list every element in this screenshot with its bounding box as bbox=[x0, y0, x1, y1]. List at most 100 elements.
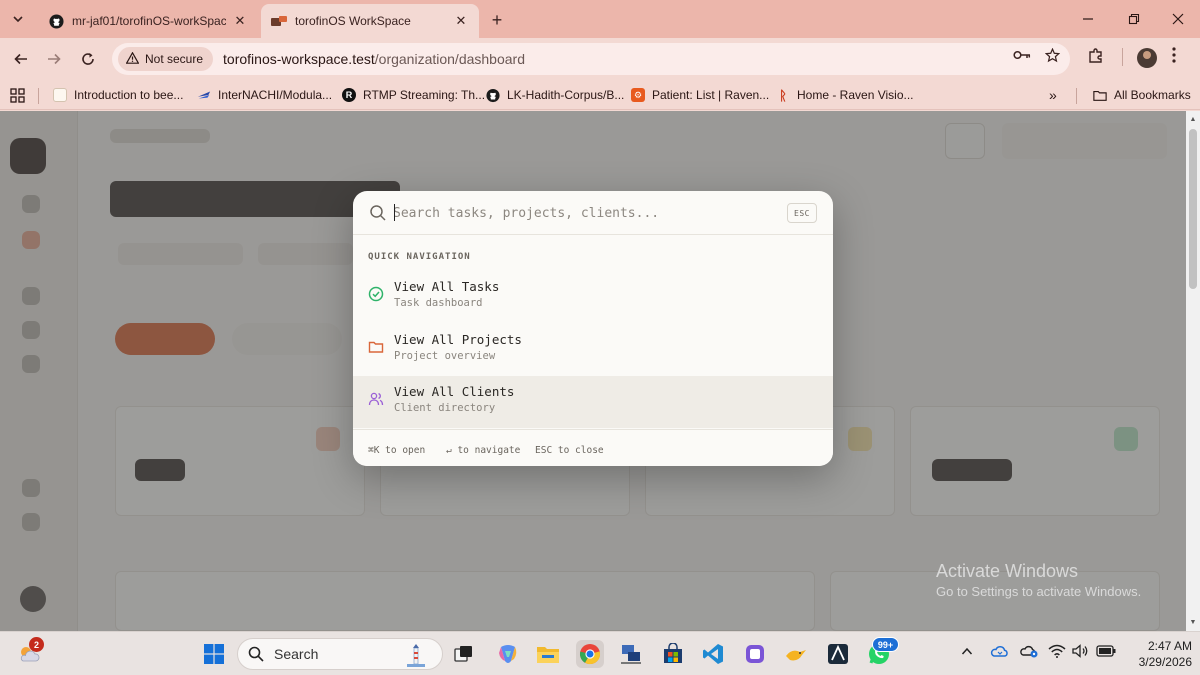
bookmark-item[interactable]: R RTMP Streaming: Th... bbox=[342, 86, 485, 104]
clock-time: 2:47 AM bbox=[1147, 639, 1192, 653]
folder-icon bbox=[1093, 88, 1107, 102]
url-path: /organization/dashboard bbox=[374, 51, 525, 67]
back-button[interactable] bbox=[8, 46, 34, 72]
arrow-right-icon bbox=[48, 53, 61, 65]
nav-item-projects[interactable]: View All Projects Project overview bbox=[353, 324, 833, 376]
site-icon bbox=[271, 13, 287, 29]
battery-icon[interactable] bbox=[1096, 645, 1116, 660]
bookmarks-overflow-button[interactable]: » bbox=[1049, 86, 1057, 104]
palette-search-input[interactable] bbox=[393, 202, 773, 224]
bookmark-item[interactable]: Introduction to bee... bbox=[53, 86, 183, 104]
weather-badge: 2 bbox=[29, 637, 44, 652]
taskbar-search-label: Search bbox=[274, 646, 319, 662]
onedrive-icon[interactable] bbox=[989, 643, 1009, 662]
url-host: torofinos-workspace.test bbox=[223, 51, 375, 67]
security-label: Not secure bbox=[145, 52, 204, 66]
palette-footer: ⌘K to open ↵ to navigate ESC to close bbox=[353, 429, 833, 466]
minimize-button[interactable] bbox=[1070, 6, 1106, 32]
task-view-icon[interactable] bbox=[450, 640, 478, 668]
nav-item-clients[interactable]: View All Clients Client directory bbox=[353, 376, 833, 428]
raven-icon: ⚙ bbox=[631, 88, 645, 102]
bookmark-label: Patient: List | Raven... bbox=[652, 88, 770, 102]
text-caret bbox=[394, 204, 395, 221]
app-bird-icon[interactable] bbox=[782, 640, 810, 668]
scroll-up-icon[interactable]: ▲ bbox=[1188, 115, 1198, 125]
volume-icon[interactable] bbox=[1072, 644, 1090, 661]
esc-key-badge: ESC bbox=[787, 203, 817, 223]
address-bar[interactable]: Not secure torofinos-workspace.test/orga… bbox=[112, 43, 1070, 75]
check-circle-icon bbox=[368, 286, 384, 302]
taskbar-search[interactable]: Search bbox=[237, 638, 443, 670]
all-bookmarks-button[interactable]: All Bookmarks bbox=[1093, 86, 1191, 104]
clock-date: 3/29/2026 bbox=[1138, 655, 1192, 669]
bookmark-label: InterNACHI/Modula... bbox=[218, 88, 333, 102]
network-app-icon[interactable] bbox=[617, 640, 645, 668]
tab-torofinos[interactable]: torofinOS WorkSpace ✕ bbox=[261, 4, 479, 38]
close-tab-icon[interactable]: ✕ bbox=[453, 13, 469, 29]
scroll-thumb[interactable] bbox=[1189, 129, 1197, 289]
profile-avatar[interactable] bbox=[1137, 48, 1157, 68]
users-icon bbox=[368, 392, 384, 406]
close-tab-icon[interactable]: ✕ bbox=[232, 13, 248, 29]
obsidian-icon[interactable] bbox=[741, 640, 769, 668]
bookmarks-divider bbox=[1076, 88, 1077, 104]
bookmark-label: RTMP Streaming: Th... bbox=[363, 88, 486, 102]
vpn-icon[interactable] bbox=[1019, 643, 1039, 662]
arc-app-icon[interactable] bbox=[824, 640, 852, 668]
minimize-icon bbox=[1083, 18, 1093, 20]
arrow-left-icon bbox=[14, 53, 27, 65]
wifi-icon[interactable] bbox=[1048, 644, 1066, 661]
hint-open: ⌘K to open bbox=[368, 445, 426, 456]
windows-start-icon[interactable] bbox=[200, 640, 228, 668]
reload-button[interactable] bbox=[75, 46, 101, 72]
store-icon[interactable] bbox=[659, 640, 687, 668]
restore-icon bbox=[1128, 13, 1140, 25]
close-icon bbox=[1172, 13, 1184, 25]
copilot-icon[interactable] bbox=[494, 640, 522, 668]
apps-icon[interactable] bbox=[10, 86, 25, 104]
bookmark-item[interactable]: ᚱ Home - Raven Visio... bbox=[776, 86, 913, 104]
bookmarks-bar: Introduction to bee... InterNACHI/Modula… bbox=[0, 80, 1200, 110]
command-palette: ESC QUICK NAVIGATION View All Tasks Task… bbox=[353, 191, 833, 466]
new-tab-button[interactable]: + bbox=[486, 9, 508, 31]
chrome-icon[interactable] bbox=[576, 640, 604, 668]
forward-button[interactable] bbox=[41, 46, 67, 72]
whatsapp-badge: 99+ bbox=[872, 637, 899, 652]
nav-item-subtitle: Project overview bbox=[394, 350, 496, 362]
vscode-icon[interactable] bbox=[699, 640, 727, 668]
activation-watermark-title: Activate Windows bbox=[936, 561, 1079, 581]
reload-icon bbox=[82, 53, 94, 65]
close-window-button[interactable] bbox=[1160, 6, 1196, 32]
extensions-icon[interactable] bbox=[1087, 47, 1105, 70]
quick-navigation-heading: QUICK NAVIGATION bbox=[368, 252, 471, 262]
nav-item-title: View All Clients bbox=[394, 384, 515, 399]
scroll-down-icon[interactable]: ▼ bbox=[1188, 618, 1198, 628]
github-icon bbox=[48, 13, 64, 29]
hint-navigate: ↵ to navigate bbox=[446, 445, 521, 456]
bookmark-item[interactable]: LK-Hadith-Corpus/B... bbox=[486, 86, 624, 104]
tab-search-button[interactable] bbox=[6, 8, 30, 30]
key-icon[interactable] bbox=[1013, 48, 1031, 67]
chevron-up-icon[interactable] bbox=[961, 644, 973, 659]
tab-title: torofinOS WorkSpace bbox=[295, 14, 411, 28]
raven-home-icon: ᚱ bbox=[779, 87, 787, 103]
chevron-down-icon bbox=[13, 16, 23, 23]
bookmarks-divider bbox=[38, 88, 39, 104]
tab-github[interactable]: mr-jaf01/torofinOS-workSpace ✕ bbox=[38, 4, 258, 38]
palette-search-row: ESC bbox=[353, 191, 833, 235]
bookmark-label: Introduction to bee... bbox=[74, 88, 184, 102]
system-clock[interactable]: 2:47 AM 3/29/2026 bbox=[1120, 638, 1192, 670]
browser-toolbar: Not secure torofinos-workspace.test/orga… bbox=[0, 38, 1200, 80]
activation-watermark-subtitle: Go to Settings to activate Windows. bbox=[936, 584, 1142, 599]
restore-button[interactable] bbox=[1116, 6, 1152, 32]
bookmark-item[interactable]: InterNACHI/Modula... bbox=[197, 86, 332, 104]
nav-item-tasks[interactable]: View All Tasks Task dashboard bbox=[353, 271, 833, 323]
security-chip[interactable]: Not secure bbox=[118, 47, 214, 71]
tab-strip: mr-jaf01/torofinOS-workSpace ✕ torofinOS… bbox=[0, 0, 1200, 38]
star-icon[interactable] bbox=[1044, 47, 1061, 67]
nav-item-title: View All Projects bbox=[394, 332, 522, 347]
more-menu-icon[interactable] bbox=[1172, 47, 1176, 68]
bookmark-item[interactable]: ⚙ Patient: List | Raven... bbox=[631, 86, 769, 104]
nav-item-title: View All Tasks bbox=[394, 279, 500, 294]
file-explorer-icon[interactable] bbox=[534, 640, 562, 668]
